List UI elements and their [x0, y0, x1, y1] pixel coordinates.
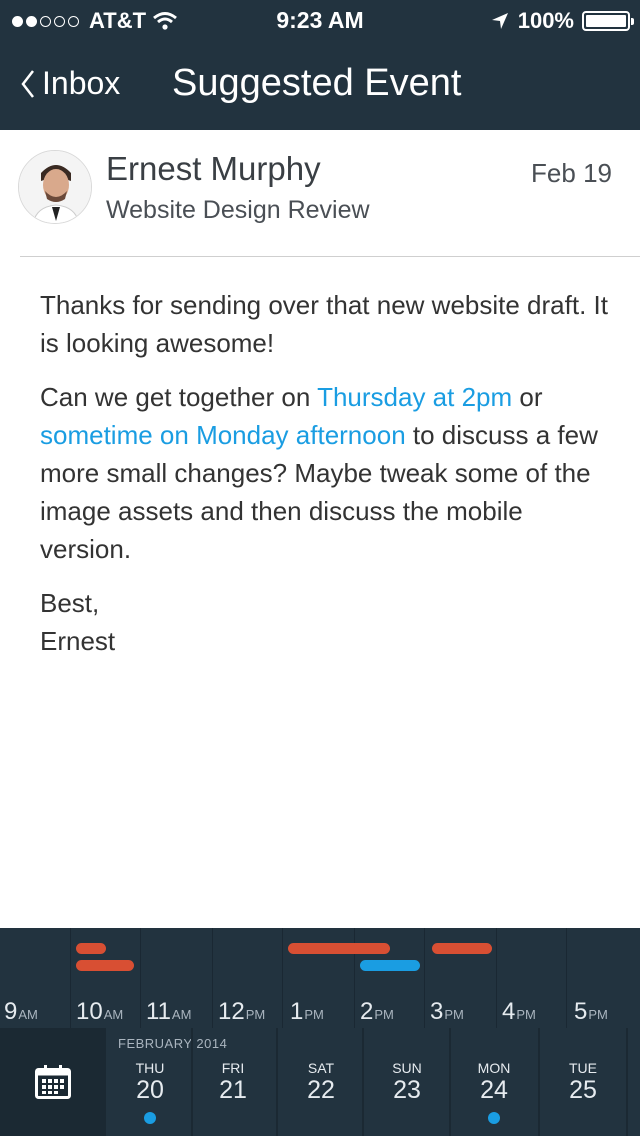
calendar-icon	[35, 1065, 71, 1099]
status-bar: AT&T 9:23 AM 100%	[0, 0, 640, 40]
day-number: 24	[480, 1076, 508, 1104]
body-text: or	[512, 382, 543, 412]
hour-label: 9AM	[4, 998, 38, 1025]
hour-gridline	[70, 928, 71, 1028]
calendar-button[interactable]	[0, 1028, 106, 1136]
body-paragraph-with-suggestions: Can we get together on Thursday at 2pm o…	[40, 378, 610, 568]
hour-label: 2PM	[360, 998, 394, 1025]
day-cell[interactable]: FRI 21	[190, 1028, 276, 1136]
body-paragraph: Thanks for sending over that new website…	[40, 290, 608, 358]
hour-label: 3PM	[430, 998, 464, 1025]
message-date: Feb 19	[531, 158, 612, 188]
hour-gridline	[140, 928, 141, 1028]
day-of-week: FRI	[221, 1060, 245, 1076]
battery-icon	[582, 11, 634, 31]
day-separator	[626, 1028, 628, 1136]
day-timeline[interactable]: 9AM 10AM 11AM 12PM 1PM 2PM 3PM 4PM 5PM	[0, 928, 640, 1028]
suggested-time-link-thursday[interactable]: Thursday at 2pm	[317, 382, 512, 412]
busy-event-bar[interactable]	[288, 943, 390, 954]
page-title: Suggested Event	[172, 62, 462, 104]
suggested-time-link-monday[interactable]: sometime on Monday afternoon	[40, 420, 406, 450]
day-number: 20	[136, 1076, 164, 1104]
day-cell[interactable]: SAT 22	[278, 1028, 364, 1136]
back-button-label: Inbox	[42, 65, 121, 101]
hour-gridline	[496, 928, 497, 1028]
day-number: 23	[393, 1076, 421, 1104]
hour-label: 11AM	[146, 998, 192, 1025]
hour-label: 12PM	[218, 998, 266, 1025]
hour-label: 5PM	[574, 998, 608, 1025]
app-header: AT&T 9:23 AM 100% Inbox Suggested Event	[0, 0, 640, 130]
person-avatar-icon	[19, 151, 91, 223]
status-right: 100%	[490, 8, 634, 34]
hour-gridline	[282, 928, 283, 1028]
body-signoff: Best, Ernest	[40, 584, 610, 660]
hour-gridline	[212, 928, 213, 1028]
location-arrow-icon	[491, 13, 508, 29]
message-subject: Website Design Review	[106, 196, 370, 224]
chevron-left-icon	[21, 69, 34, 98]
event-indicator-dot	[144, 1112, 156, 1124]
sender-name: Ernest Murphy	[106, 150, 321, 187]
avatar[interactable]	[18, 150, 92, 224]
day-cell[interactable]: MON 24	[451, 1028, 537, 1136]
back-button[interactable]: Inbox	[20, 65, 120, 102]
day-of-week: THU	[135, 1060, 165, 1076]
day-of-week: TUE	[569, 1060, 597, 1076]
day-of-week: SAT	[307, 1060, 335, 1076]
date-strip: FEBRUARY 2014 THU 20 FRI 21 SAT 22 SUN 2…	[0, 1028, 640, 1136]
closing-text: Best,	[40, 588, 100, 618]
day-cell[interactable]: TUE 25	[540, 1028, 626, 1136]
body-text: Can we get together on	[40, 382, 318, 412]
day-number: 25	[569, 1076, 597, 1104]
event-indicator-dot	[488, 1112, 500, 1124]
signature-text: Ernest	[40, 626, 116, 656]
day-of-week: SUN	[392, 1060, 422, 1076]
header-divider	[20, 256, 640, 257]
hour-label: 4PM	[502, 998, 536, 1025]
busy-event-bar[interactable]	[76, 960, 134, 971]
busy-event-bar[interactable]	[432, 943, 492, 954]
message-body: Thanks for sending over that new website…	[40, 286, 610, 660]
day-number: 22	[307, 1076, 335, 1104]
hour-label: 10AM	[76, 998, 124, 1025]
day-of-week: MON	[477, 1060, 511, 1076]
hour-label: 1PM	[290, 998, 324, 1025]
day-cell[interactable]: THU 20	[107, 1028, 193, 1136]
day-cell[interactable]: SUN 23	[364, 1028, 450, 1136]
battery-percent: 100%	[517, 8, 574, 33]
hour-gridline	[566, 928, 567, 1028]
hour-gridline	[424, 928, 425, 1028]
day-number: 21	[219, 1076, 247, 1104]
busy-event-bar[interactable]	[76, 943, 106, 954]
suggested-event-bar[interactable]	[360, 960, 420, 971]
navigation-bar: Inbox Suggested Event	[0, 50, 640, 120]
message-header: Ernest Murphy Website Design Review Feb …	[0, 130, 640, 258]
